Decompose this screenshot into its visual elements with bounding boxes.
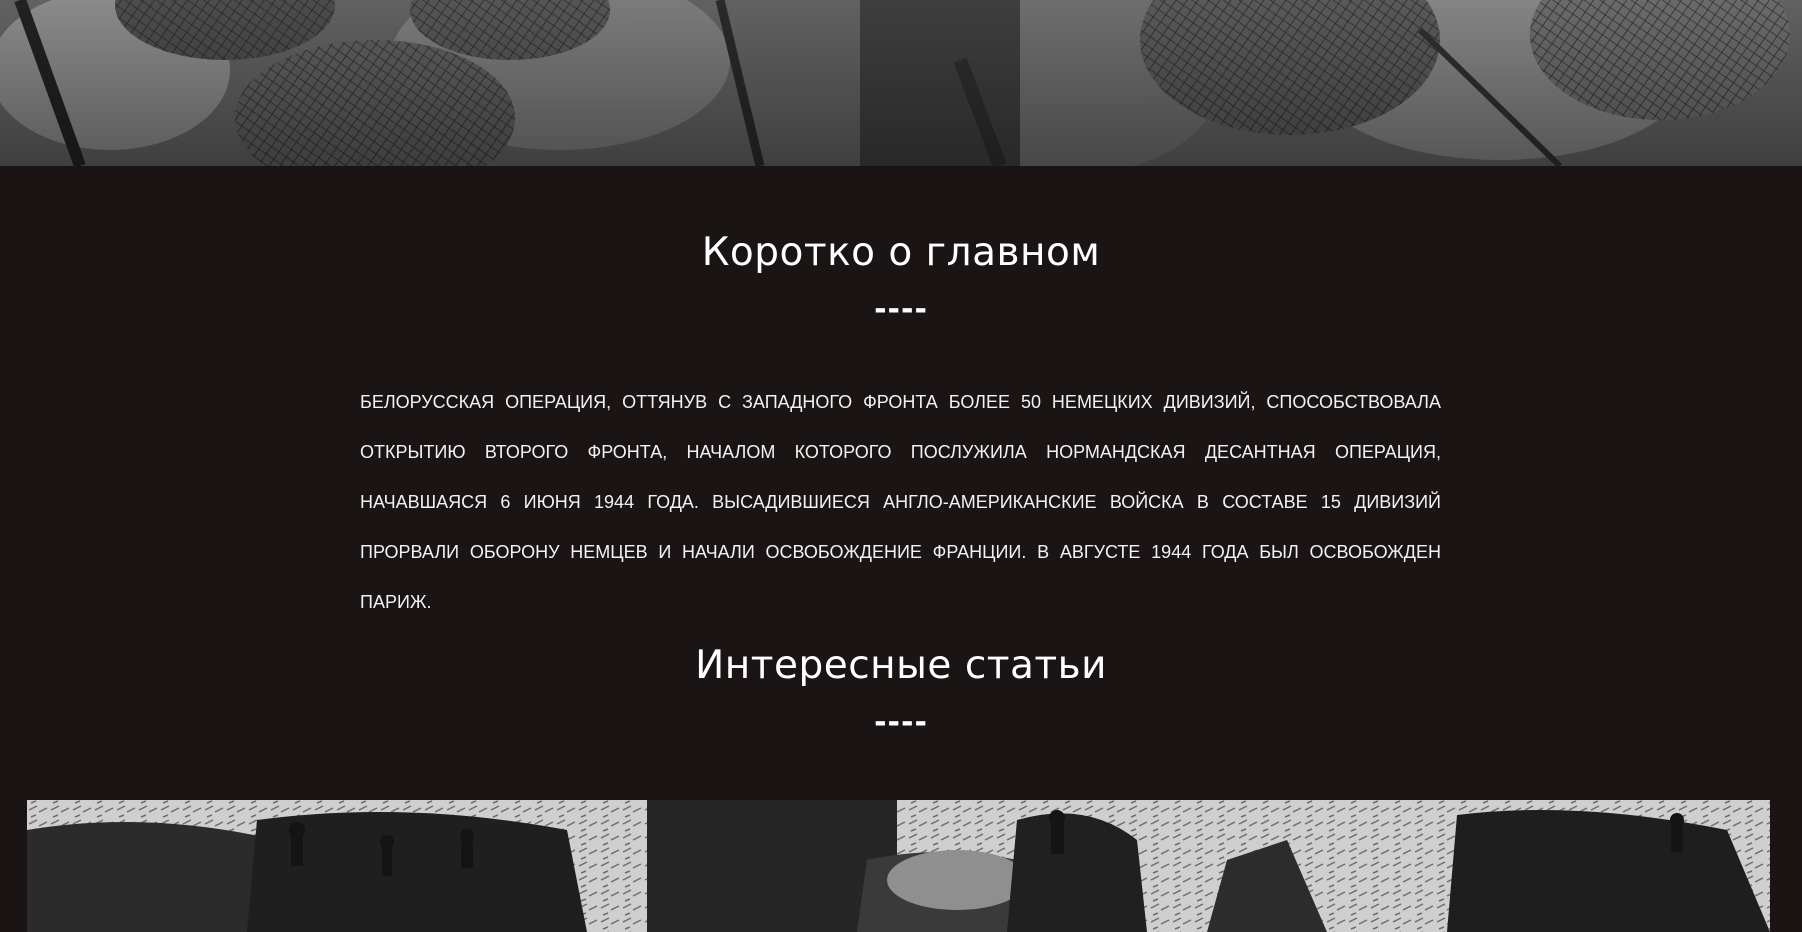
article-image[interactable]	[27, 800, 1770, 932]
hero-image	[0, 0, 1802, 166]
summary-text: Белорусская операция, оттянув с Западног…	[360, 392, 1441, 612]
summary-section-divider: ----	[874, 292, 928, 327]
articles-section-title: Интересные статьи	[695, 643, 1107, 688]
summary-section-title: Коротко о главном	[701, 230, 1101, 275]
hero-photo-graphic	[0, 0, 1802, 166]
articles-section-divider: ----	[874, 705, 928, 740]
beach-landing-photo-graphic	[27, 800, 1770, 932]
